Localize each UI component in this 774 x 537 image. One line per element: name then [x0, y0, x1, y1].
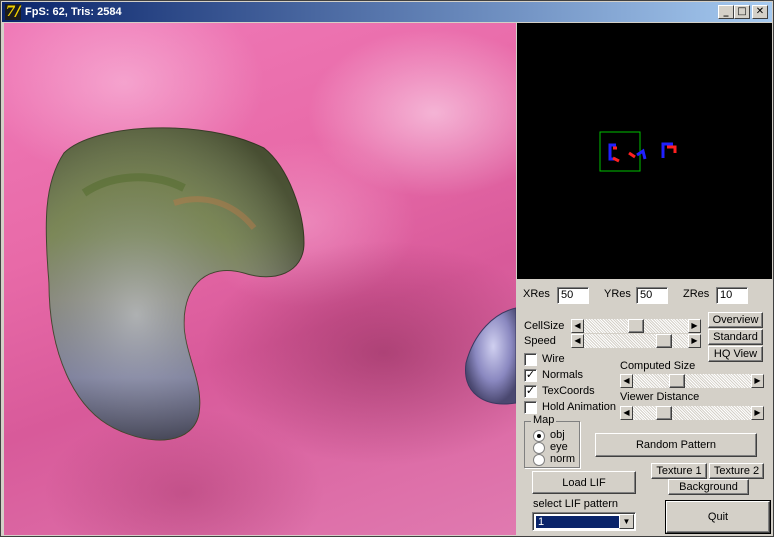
normals-checkbox[interactable]: ✓ [524, 369, 537, 382]
close-button[interactable]: ✕ [752, 5, 768, 19]
application-window: 7/ FpS: 62, Tris: 2584 _ □ ✕ XRes 50 YRe… [0, 0, 774, 537]
wire-checkbox[interactable] [524, 353, 537, 366]
texcoords-label: TexCoords [542, 385, 595, 397]
computed-size-slider-thumb[interactable] [668, 374, 685, 388]
map-norm-radio[interactable] [533, 454, 545, 466]
map-group-title: Map [531, 414, 557, 426]
texture1-button[interactable]: Texture 1 [651, 463, 707, 479]
hq-view-button[interactable]: HQ View [708, 346, 763, 362]
lif-select-label: select LIF pattern [533, 498, 618, 510]
scroll-right-icon[interactable]: ▶ [688, 319, 701, 333]
scroll-left-icon[interactable]: ◀ [620, 374, 633, 388]
render-viewport[interactable] [4, 23, 516, 535]
scroll-right-icon[interactable]: ▶ [751, 374, 764, 388]
scroll-left-icon[interactable]: ◀ [571, 319, 584, 333]
overview-button[interactable]: Overview [708, 312, 763, 328]
cellsize-slider-thumb[interactable] [628, 319, 644, 333]
map-groupbox: Map obj eye norm [524, 414, 580, 468]
load-lif-button[interactable]: Load LIF [532, 471, 636, 494]
scroll-left-icon[interactable]: ◀ [571, 334, 584, 348]
chevron-down-icon[interactable]: ▼ [619, 514, 634, 529]
texture2-button[interactable]: Texture 2 [709, 463, 764, 479]
computed-size-slider[interactable]: ◀ ▶ [620, 374, 764, 388]
computed-size-label: Computed Size [620, 360, 696, 372]
blob-render [45, 127, 516, 441]
cellsize-slider[interactable]: ◀ ▶ [571, 319, 701, 333]
minimize-button[interactable]: _ [718, 5, 734, 19]
check-icon: ✓ [525, 369, 536, 381]
cellsize-label: CellSize [524, 320, 565, 332]
zres-label: ZRes [683, 288, 710, 300]
hold-animation-label: Hold Animation [542, 401, 616, 413]
standard-button[interactable]: Standard [708, 329, 763, 345]
pattern-overview[interactable] [517, 23, 772, 279]
background-button[interactable]: Background [668, 479, 749, 495]
xres-label: XRes [523, 288, 550, 300]
yres-input[interactable]: 50 [636, 287, 668, 304]
scroll-right-icon[interactable]: ▶ [751, 406, 764, 420]
yres-label: YRes [604, 288, 631, 300]
speed-slider[interactable]: ◀ ▶ [571, 334, 701, 348]
map-obj-label: obj [550, 429, 565, 441]
map-obj-radio[interactable] [533, 430, 545, 442]
side-blob [465, 307, 516, 405]
random-pattern-button[interactable]: Random Pattern [595, 433, 757, 457]
title-bar[interactable]: 7/ FpS: 62, Tris: 2584 _ □ ✕ [2, 2, 772, 22]
scroll-left-icon[interactable]: ◀ [620, 406, 633, 420]
quit-button[interactable]: Quit [665, 500, 771, 534]
app-icon[interactable]: 7/ [5, 4, 21, 20]
speed-label: Speed [524, 335, 556, 347]
xres-input[interactable]: 50 [557, 287, 589, 304]
window-title: FpS: 62, Tris: 2584 [25, 6, 122, 18]
viewer-distance-slider-thumb[interactable] [656, 406, 673, 420]
normals-label: Normals [542, 369, 583, 381]
lif-pattern-selected: 1 [536, 516, 619, 528]
pattern-preview [599, 131, 677, 172]
map-norm-label: norm [550, 453, 576, 465]
lif-pattern-dropdown[interactable]: 1 ▼ [532, 512, 636, 531]
check-icon: ✓ [525, 385, 536, 397]
speed-slider-thumb[interactable] [656, 334, 673, 348]
zres-input[interactable]: 10 [716, 287, 748, 304]
map-eye-label: eye [550, 441, 568, 453]
maximize-button[interactable]: □ [734, 5, 750, 19]
map-eye-radio[interactable] [533, 442, 545, 454]
viewer-distance-label: Viewer Distance [620, 391, 700, 403]
texcoords-checkbox[interactable]: ✓ [524, 385, 537, 398]
wire-label: Wire [542, 353, 565, 365]
viewer-distance-slider[interactable]: ◀ ▶ [620, 406, 764, 420]
scroll-right-icon[interactable]: ▶ [688, 334, 701, 348]
hold-animation-checkbox[interactable] [524, 401, 537, 414]
